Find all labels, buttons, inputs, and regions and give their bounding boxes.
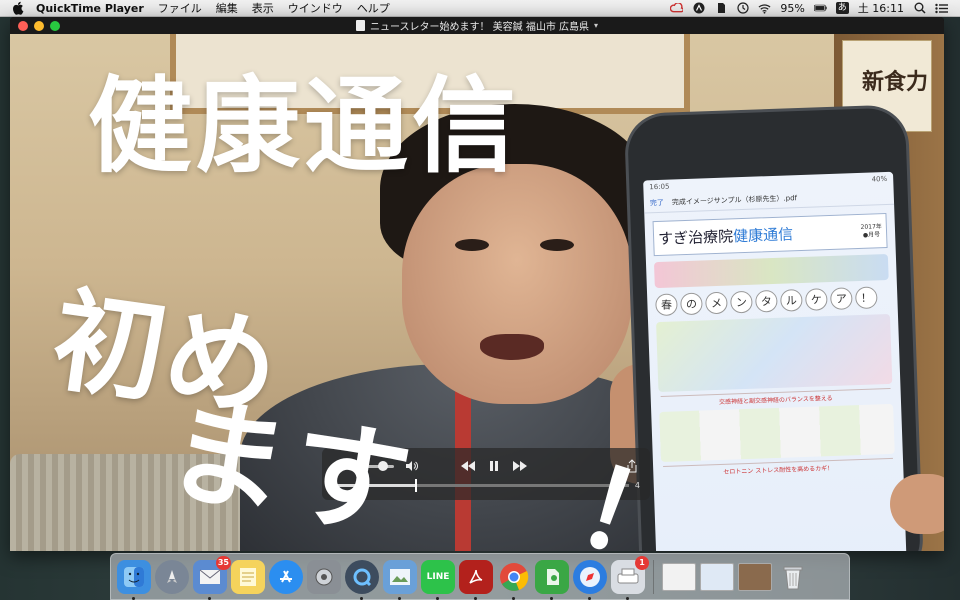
heading-char: 春 (655, 293, 678, 317)
book-title: 新食力 (861, 69, 928, 95)
dock-acrobat-icon[interactable] (459, 559, 493, 600)
running-indicator (132, 596, 135, 600)
apple-menu-icon[interactable] (12, 1, 26, 15)
newsletter-date: 2017年 ●月号 (860, 223, 882, 240)
status-area: 95% あ 土 16:11 (670, 0, 960, 16)
running-indicator (550, 596, 553, 600)
window-title: ニュースレター始めます！ 美容鍼 福山市 広島県 ▾ (10, 17, 944, 34)
newsletter-heading: 春 の メ ン タ ル ケ ア ！ (655, 286, 890, 317)
newsletter-title-highlight: 健康通信 (732, 225, 794, 246)
evernote-status-icon[interactable] (714, 2, 727, 14)
menu-view[interactable]: 表示 (252, 0, 274, 16)
running-indicator (588, 596, 591, 600)
window-thumbnail (700, 562, 734, 591)
chevron-down-icon[interactable]: ▾ (594, 21, 598, 30)
creative-cloud-icon[interactable] (670, 2, 684, 14)
dock-minimized-window-2[interactable] (700, 560, 734, 594)
person-thumb (890, 474, 944, 534)
newsletter-grid (659, 403, 895, 463)
newsletter-year: 2017年 (860, 222, 882, 231)
input-method-badge[interactable]: あ (835, 2, 849, 14)
heading-char: ケ (804, 288, 828, 311)
phone-done-button: 完了 (649, 198, 665, 208)
rewind-icon[interactable] (460, 459, 476, 473)
fast-forward-icon[interactable] (512, 459, 528, 473)
person-eye-left (455, 239, 489, 251)
heading-char: ア (829, 287, 853, 310)
wifi-icon[interactable] (758, 2, 771, 14)
window-thumbnail (662, 562, 696, 591)
dock-preview-icon[interactable] (383, 559, 417, 600)
heading-char: ン (730, 290, 753, 314)
newsletter-illustration (656, 313, 893, 393)
dock-launchpad-icon[interactable] (155, 559, 189, 594)
dock-line-icon[interactable]: LINE (421, 559, 455, 600)
dock-trash-icon[interactable] (776, 560, 810, 594)
play-pause-icon[interactable] (486, 459, 502, 473)
dock: 35 LINE 1 (110, 553, 850, 600)
person-mouth (480, 334, 544, 360)
battery-icon[interactable] (813, 2, 827, 14)
dock-separator (653, 559, 654, 594)
dock-chrome-icon[interactable] (497, 560, 531, 600)
phone-nav-title: 完成イメージサンプル（杉原先生）.pdf (671, 194, 798, 207)
heading-char: メ (705, 291, 728, 315)
heading-char: ル (780, 288, 803, 312)
running-indicator (360, 596, 363, 600)
newsletter-title: すぎ治療院健康通信 2017年 ●月号 (652, 212, 888, 257)
dock-system-preferences-icon[interactable] (307, 559, 341, 594)
person-eye-right (540, 239, 574, 251)
dock-minimized-window-3[interactable] (738, 560, 772, 594)
dock-quicktime-icon[interactable] (345, 559, 379, 600)
running-indicator (626, 596, 629, 600)
app-menu[interactable]: QuickTime Player (36, 2, 144, 15)
spotlight-search-icon[interactable] (913, 2, 926, 14)
battery-percent: 95% (780, 1, 805, 15)
running-indicator (398, 596, 401, 600)
running-indicator (512, 596, 515, 600)
menu-window[interactable]: ウインドウ (288, 0, 343, 16)
dock-minimized-window-1[interactable] (662, 560, 696, 594)
running-indicator (436, 596, 439, 600)
notification-center-icon[interactable] (935, 2, 948, 14)
newsletter-intro-block (653, 253, 889, 289)
video-frame[interactable]: 新食力 16:05 40% 完了 完成イメージサンプル（杉原先生）.pdf すぎ… (10, 34, 944, 551)
dock-app-store-icon[interactable] (269, 559, 303, 594)
heading-char: の (680, 292, 703, 316)
adobe-icon[interactable] (692, 2, 705, 14)
document-icon (355, 20, 365, 31)
dock-finder-icon[interactable] (117, 559, 151, 600)
running-indicator (208, 596, 211, 600)
dock-printer-icon[interactable]: 1 (611, 555, 649, 600)
menu-help[interactable]: ヘルプ (357, 0, 390, 16)
person-face (402, 164, 632, 404)
dock-evernote-icon[interactable] (535, 559, 569, 600)
printer-badge: 1 (635, 555, 649, 570)
dock-safari-icon[interactable] (573, 559, 607, 600)
window-thumbnail (738, 562, 772, 591)
menu-bar: QuickTime Player ファイル 編集 表示 ウインドウ ヘルプ 95… (0, 0, 960, 17)
menu-edit[interactable]: 編集 (216, 0, 238, 16)
menu-file[interactable]: ファイル (158, 0, 202, 16)
window-title-text: ニュースレター始めます！ 美容鍼 福山市 広島県 (369, 22, 590, 33)
heading-char: ！ (854, 286, 878, 310)
heading-char: タ (755, 289, 778, 313)
newsletter-title-plain: すぎ治療院 (657, 227, 734, 248)
line-label: LINE (426, 571, 450, 582)
phone-status-time: 16:05 (649, 182, 670, 192)
menu-clock[interactable]: 土 16:11 (858, 0, 904, 16)
window-titlebar[interactable]: ニュースレター始めます！ 美容鍼 福山市 広島県 ▾ (10, 17, 944, 34)
dock-mail-icon[interactable]: 35 (193, 555, 231, 600)
time-machine-icon[interactable] (736, 2, 749, 14)
newsletter-issue: ●月号 (862, 230, 881, 239)
quicktime-window: ニュースレター始めます！ 美容鍼 福山市 広島県 ▾ 新食力 16:05 40%… (10, 17, 944, 551)
phone-status-battery: 40% (871, 174, 888, 184)
mail-unread-badge: 35 (215, 555, 231, 570)
running-indicator (474, 596, 477, 600)
dock-notes-icon[interactable] (231, 559, 265, 594)
overlay-title: 健康通信 (88, 65, 521, 187)
